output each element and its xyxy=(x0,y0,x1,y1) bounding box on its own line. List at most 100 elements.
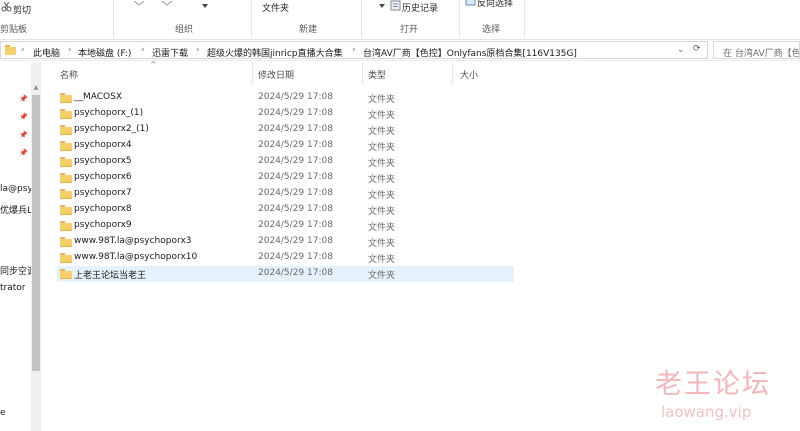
file-row[interactable]: psychoporx2_(1) 2024/5/29 17:08 文件夹 xyxy=(57,122,514,138)
file-row[interactable]: psychoporx7 2024/5/29 17:08 文件夹 xyxy=(57,186,514,202)
ribbon-divider xyxy=(361,0,362,38)
file-modified-date: 2024/5/29 17:08 xyxy=(258,188,333,198)
folder-icon xyxy=(60,125,72,135)
chevron-right-icon: › xyxy=(196,45,200,55)
nav-item[interactable]: la@psy xyxy=(0,184,33,194)
header-divider[interactable] xyxy=(452,62,453,84)
new-group-label: 新建 xyxy=(299,25,318,35)
file-name: psychoporx5 xyxy=(74,156,132,166)
pin-icon: 📌 xyxy=(19,131,28,139)
address-bar-row: › 此电脑 › 本地磁盘 (F:) › 迅雷下载 › 超级火爆的韩国jinric… xyxy=(0,40,800,61)
ribbon-divider xyxy=(459,0,460,38)
move-icon[interactable] xyxy=(132,0,146,10)
file-modified-date: 2024/5/29 17:08 xyxy=(258,204,333,214)
file-type: 文件夹 xyxy=(368,223,396,233)
file-row[interactable]: www.98T.la@psychoporx10 2024/5/29 17:08 文件… xyxy=(57,250,514,266)
file-row[interactable]: psychoporx4 2024/5/29 17:08 文件夹 xyxy=(57,138,514,154)
refresh-icon[interactable]: ⟳ xyxy=(693,44,701,54)
address-bar[interactable]: › 此电脑 › 本地磁盘 (F:) › 迅雷下载 › 超级火爆的韩国jinric… xyxy=(0,41,708,59)
copy-to-icon[interactable] xyxy=(160,0,174,10)
file-name: www.98T.la@psychoporx10 xyxy=(74,252,198,262)
file-type: 文件夹 xyxy=(368,207,396,217)
column-header-size[interactable]: 大小 xyxy=(460,68,478,81)
column-header-type[interactable]: 类型 xyxy=(368,68,386,81)
search-input[interactable]: 在 台湾AV厂商【色 xyxy=(723,46,799,58)
file-name: psychoporx8 xyxy=(74,204,132,214)
folder-icon xyxy=(60,269,72,279)
ribbon: 剪切 剪贴板 组织 文件夹 新建 历史记录 打开 反向选择 选择 xyxy=(0,0,800,40)
file-modified-date: 2024/5/29 17:08 xyxy=(258,156,333,166)
folder-icon xyxy=(60,157,72,167)
clipboard-group-label: 剪贴板 xyxy=(0,25,28,35)
file-modified-date: 2024/5/29 17:08 xyxy=(258,108,333,118)
header-divider[interactable] xyxy=(362,62,363,84)
file-name: __MACOSX xyxy=(74,92,123,102)
chevron-right-icon: › xyxy=(21,45,25,55)
file-name: 上老王论坛当老王 xyxy=(74,271,147,281)
sort-ascending-icon: ^ xyxy=(150,60,157,69)
file-modified-date: 2024/5/29 17:08 xyxy=(258,124,333,134)
chevron-down-icon[interactable] xyxy=(379,1,385,11)
file-row[interactable]: psychoporx6 2024/5/29 17:08 文件夹 xyxy=(57,170,514,186)
folder-icon xyxy=(60,205,72,215)
folder-icon xyxy=(60,109,72,119)
folder-icon xyxy=(60,141,72,151)
file-type: 文件夹 xyxy=(368,271,396,281)
cut-button[interactable]: 剪切 xyxy=(13,3,31,16)
file-row[interactable]: www.98T.la@psychoporx3 2024/5/29 17:08 文件夹 xyxy=(57,234,514,250)
nav-item[interactable]: trator xyxy=(0,283,25,293)
chevron-right-icon: › xyxy=(68,45,72,55)
file-row[interactable]: psychoporx9 2024/5/29 17:08 文件夹 xyxy=(57,218,514,234)
history-button[interactable]: 历史记录 xyxy=(402,1,438,14)
nav-item[interactable]: 优爆兵L xyxy=(0,203,32,216)
file-name: psychoporx_(1) xyxy=(74,108,144,118)
chevron-down-icon[interactable]: ⌄ xyxy=(677,45,685,55)
watermark-text: 老王论坛 xyxy=(655,369,771,400)
file-modified-date: 2024/5/29 17:08 xyxy=(258,236,333,246)
file-type: 文件夹 xyxy=(368,191,396,201)
file-name: psychoporx6 xyxy=(74,172,132,182)
file-modified-date: 2024/5/29 17:08 xyxy=(258,140,333,150)
new-folder-button[interactable]: 文件夹 xyxy=(262,1,289,14)
invert-selection-icon xyxy=(465,0,476,9)
breadcrumb-this-pc[interactable]: 此电脑 xyxy=(33,46,60,59)
file-type: 文件夹 xyxy=(368,175,396,185)
file-modified-date: 2024/5/29 17:08 xyxy=(258,220,333,230)
invert-selection-button[interactable]: 反向选择 xyxy=(477,0,513,9)
breadcrumb-downloads[interactable]: 迅雷下载 xyxy=(152,46,188,59)
organize-group-label: 组织 xyxy=(175,25,194,35)
folder-icon xyxy=(5,45,16,58)
file-row[interactable]: psychoporx_(1) 2024/5/29 17:08 文件夹 xyxy=(57,106,514,122)
column-header-name[interactable]: 名称 xyxy=(60,68,78,81)
file-type: 文件夹 xyxy=(368,255,396,265)
chevron-down-icon[interactable] xyxy=(202,1,208,11)
ribbon-divider xyxy=(524,0,525,38)
file-type: 文件夹 xyxy=(368,95,396,105)
column-header-date[interactable]: 修改日期 xyxy=(258,68,294,81)
file-row[interactable]: 上老王论坛当老王 2024/5/29 17:08 文件夹 xyxy=(57,266,514,282)
file-row[interactable]: psychoporx5 2024/5/29 17:08 文件夹 xyxy=(57,154,514,170)
pin-icon: 📌 xyxy=(19,95,28,103)
folder-icon xyxy=(60,173,72,183)
file-row[interactable]: __MACOSX 2024/5/29 17:08 文件夹 xyxy=(57,90,514,106)
file-name: psychoporx7 xyxy=(74,188,132,198)
header-divider[interactable] xyxy=(252,62,253,84)
breadcrumb-drive[interactable]: 本地磁盘 (F:) xyxy=(78,46,131,59)
chevron-right-icon: › xyxy=(141,45,145,55)
file-name: psychoporx2_(1) xyxy=(74,124,149,134)
open-group-label: 打开 xyxy=(400,25,419,35)
nav-item[interactable]: e xyxy=(0,408,6,418)
ribbon-divider xyxy=(251,0,252,38)
chevron-right-icon: › xyxy=(352,45,356,55)
file-name: psychoporx9 xyxy=(74,220,132,230)
scroll-up-arrow[interactable]: ▲ xyxy=(31,84,41,94)
folder-icon xyxy=(60,93,72,103)
file-row[interactable]: psychoporx8 2024/5/29 17:08 文件夹 xyxy=(57,202,514,218)
file-type: 文件夹 xyxy=(368,159,396,169)
search-box[interactable]: 在 台湾AV厂商【色 xyxy=(713,41,800,59)
scissors-icon xyxy=(1,1,12,15)
folder-icon xyxy=(60,221,72,231)
nav-scrollbar-thumb[interactable] xyxy=(32,95,40,371)
breadcrumb-parent-folder[interactable]: 超级火爆的韩国jinricp直播大合集 xyxy=(207,46,343,59)
breadcrumb-current-folder[interactable]: 台湾AV厂商【色控】Onlyfans原档合集[116V135G] xyxy=(363,46,577,59)
